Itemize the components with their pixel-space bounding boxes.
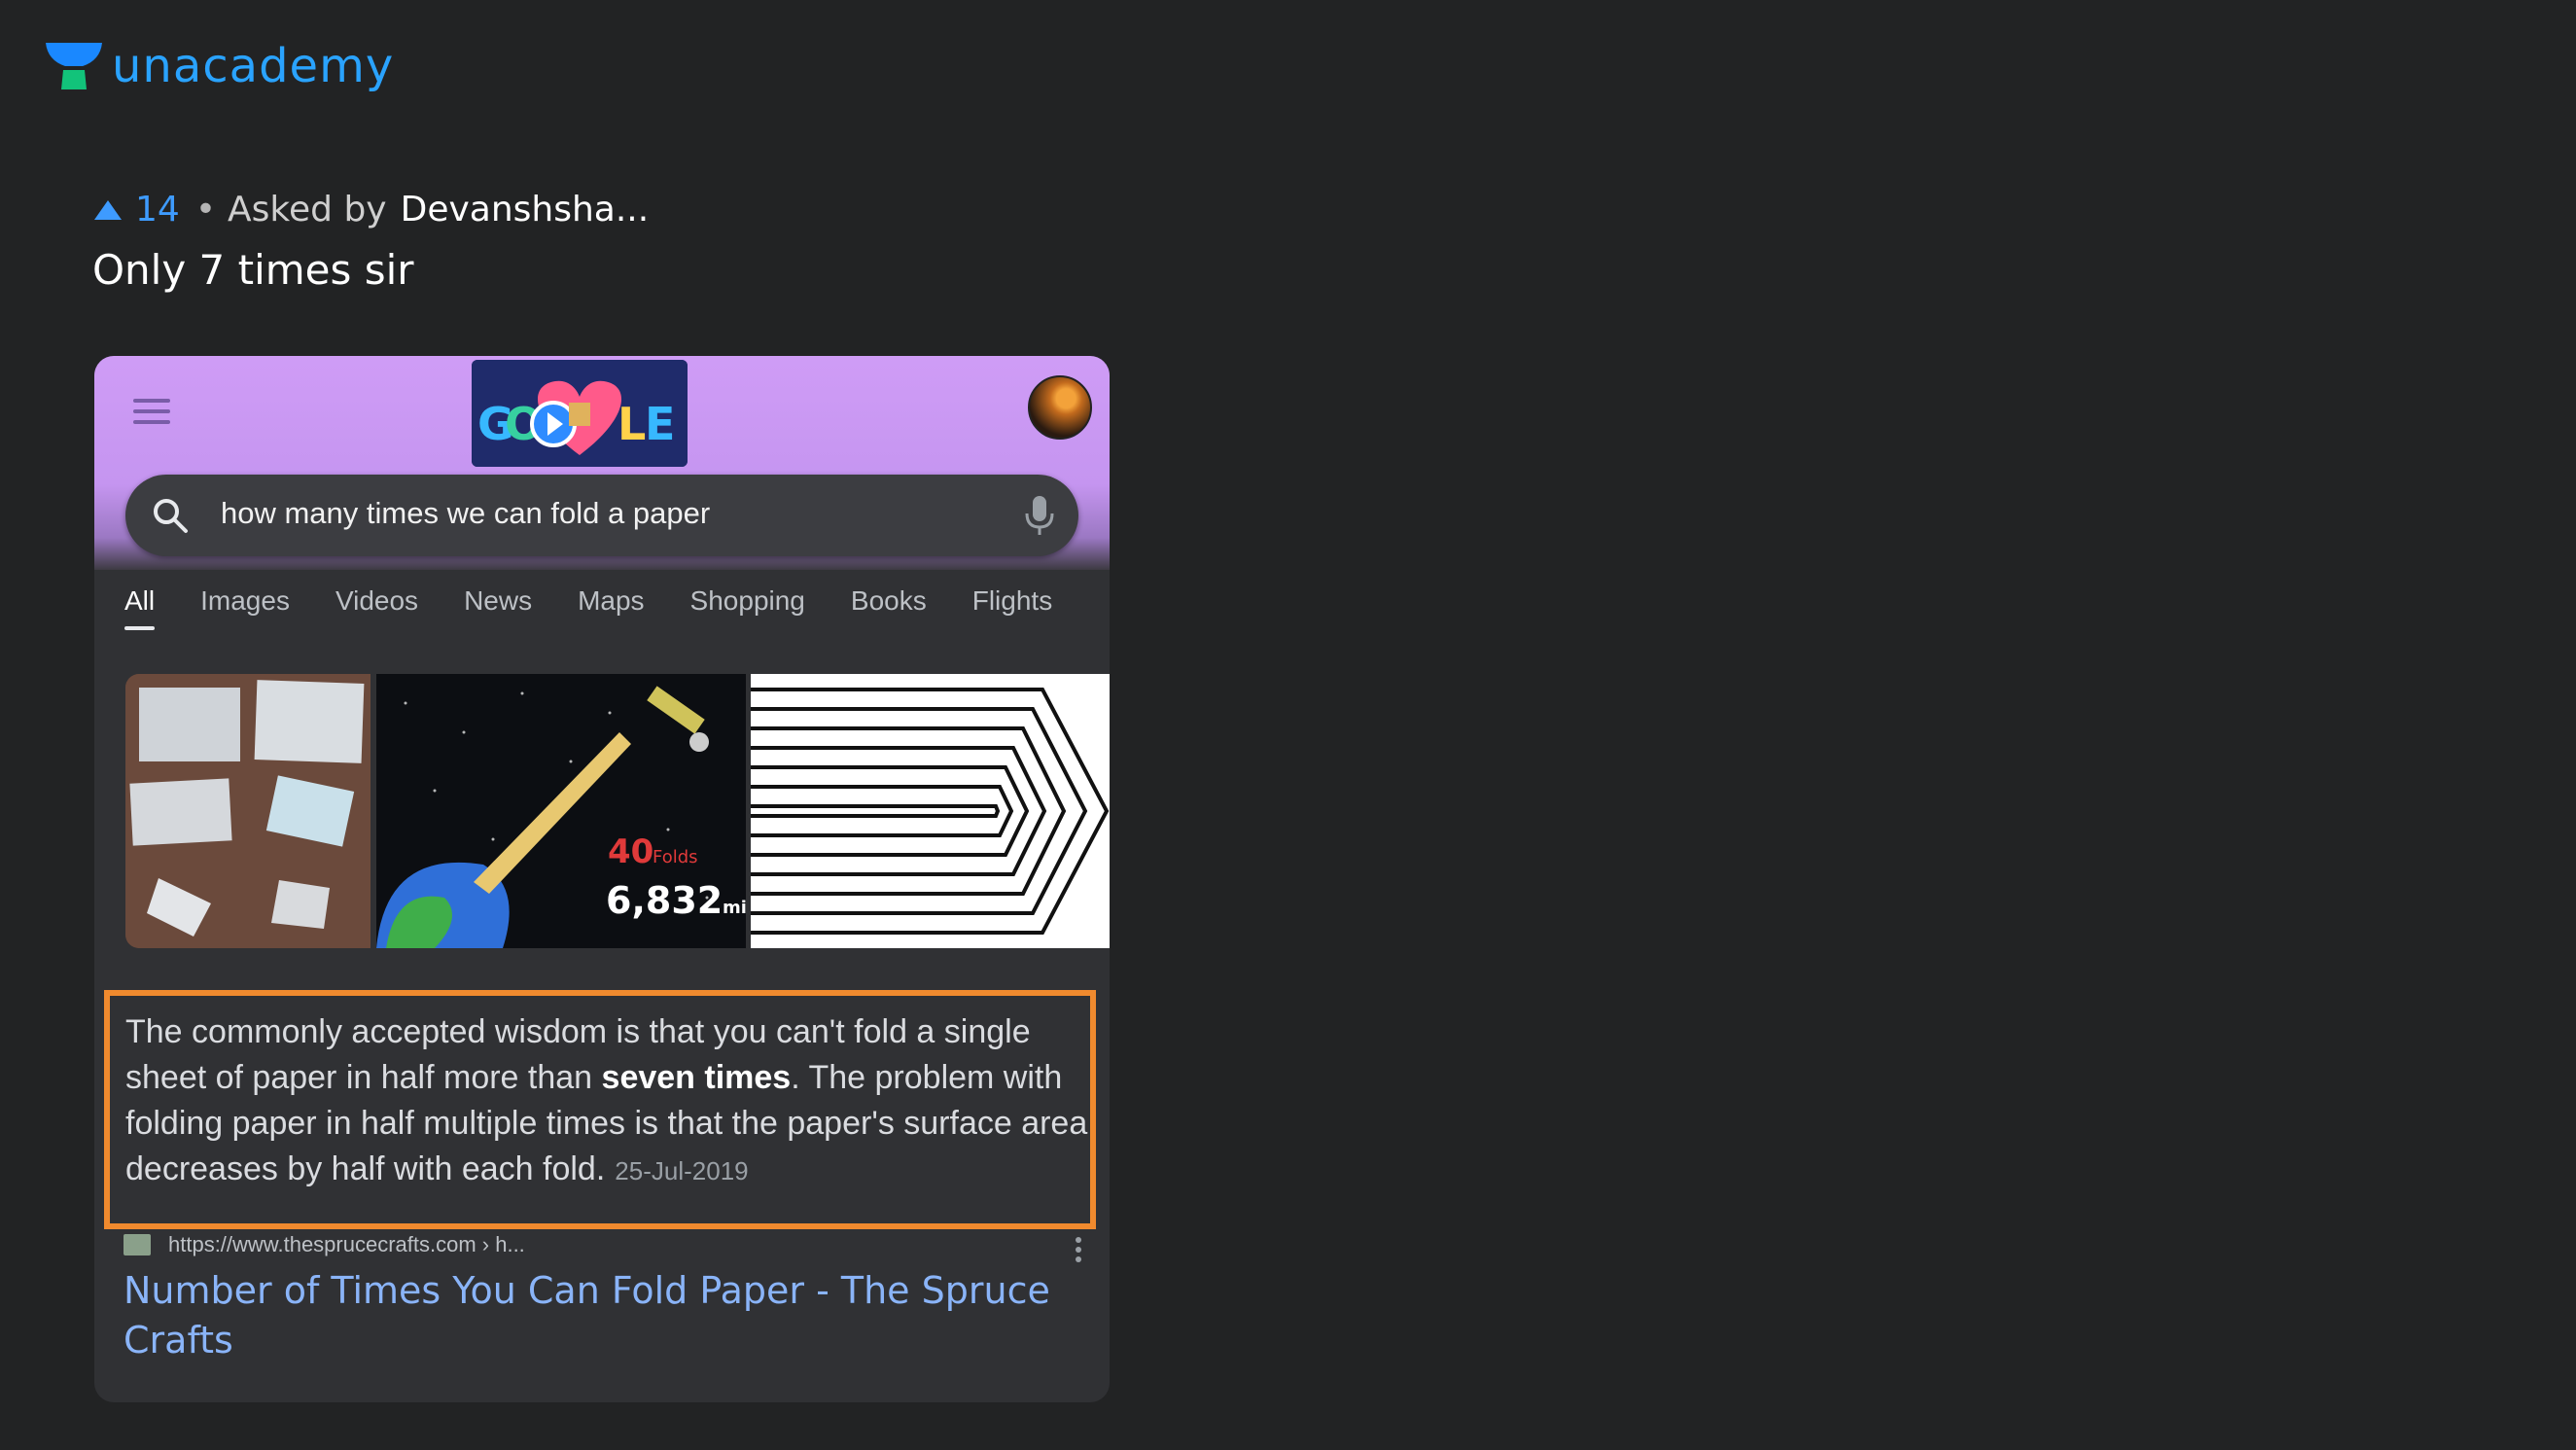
fold-lines-diagram-image (751, 674, 1110, 948)
tab-news[interactable]: News (464, 585, 532, 630)
svg-text:E: E (645, 398, 675, 450)
asked-by-label: Asked by (228, 190, 387, 230)
image-results: 40 Folds 6,832 mi (125, 674, 1110, 948)
google-header: G O L E how many times we can fold a pap… (94, 356, 1110, 570)
distance-unit-label: mi (723, 898, 746, 918)
upvote-count: 14 (135, 190, 180, 230)
site-favicon-icon (124, 1234, 151, 1255)
question-meta: 14 • Asked by Devanshsha... (92, 190, 649, 230)
image-result-40-folds[interactable]: 40 Folds 6,832 mi (376, 674, 746, 948)
asked-by-user[interactable]: Devanshsha... (401, 190, 650, 230)
microphone-icon[interactable] (1024, 494, 1055, 537)
question-text: Only 7 times sir (92, 246, 414, 294)
folded-paper-grid-image (125, 674, 371, 948)
doodle-art: G O L E (472, 360, 688, 467)
tab-images[interactable]: Images (200, 585, 290, 630)
image-result-folding-steps[interactable] (125, 674, 371, 948)
tab-videos[interactable]: Videos (335, 585, 418, 630)
featured-snippet: The commonly accepted wisdom is that you… (125, 1009, 1088, 1194)
brand-name: unacademy (112, 39, 395, 93)
search-query[interactable]: how many times we can fold a paper (221, 496, 710, 531)
result-title-link[interactable]: Number of Times You Can Fold Paper - The… (124, 1266, 1057, 1365)
search-tabs: All Images Videos News Maps Shopping Boo… (124, 585, 1098, 630)
distance-label: 6,832 (606, 879, 723, 922)
space-folds-image: 40 Folds 6,832 mi (376, 674, 746, 948)
tab-all[interactable]: All (124, 585, 156, 630)
svg-text:L: L (618, 398, 646, 450)
folds-unit-label: Folds (653, 847, 698, 867)
result-url-row[interactable]: https://www.thesprucecrafts.com › h... (124, 1232, 525, 1257)
snippet-date: 25-Jul-2019 (615, 1156, 749, 1185)
google-doodle[interactable]: G O L E (472, 360, 688, 467)
separator-dot: • (194, 190, 217, 230)
upvote-icon[interactable] (92, 198, 124, 222)
more-options-icon[interactable] (1075, 1236, 1082, 1263)
unacademy-cap-icon (46, 43, 102, 89)
image-result-fold-lines[interactable] (751, 674, 1110, 948)
search-icon[interactable] (151, 496, 190, 535)
profile-avatar[interactable] (1028, 375, 1092, 440)
snippet-bold-text: seven times (601, 1059, 792, 1096)
tab-shopping[interactable]: Shopping (690, 585, 805, 630)
folds-count-label: 40 (608, 832, 653, 871)
tab-flights[interactable]: Flights (972, 585, 1052, 630)
hamburger-menu-icon[interactable] (131, 395, 172, 428)
attached-screenshot[interactable]: G O L E how many times we can fold a pap… (94, 356, 1110, 1402)
result-url: https://www.thesprucecrafts.com › h... (168, 1232, 525, 1256)
search-bar[interactable]: how many times we can fold a paper (125, 475, 1078, 556)
tab-books[interactable]: Books (851, 585, 927, 630)
tab-maps[interactable]: Maps (578, 585, 644, 630)
brand[interactable]: unacademy (44, 39, 394, 93)
